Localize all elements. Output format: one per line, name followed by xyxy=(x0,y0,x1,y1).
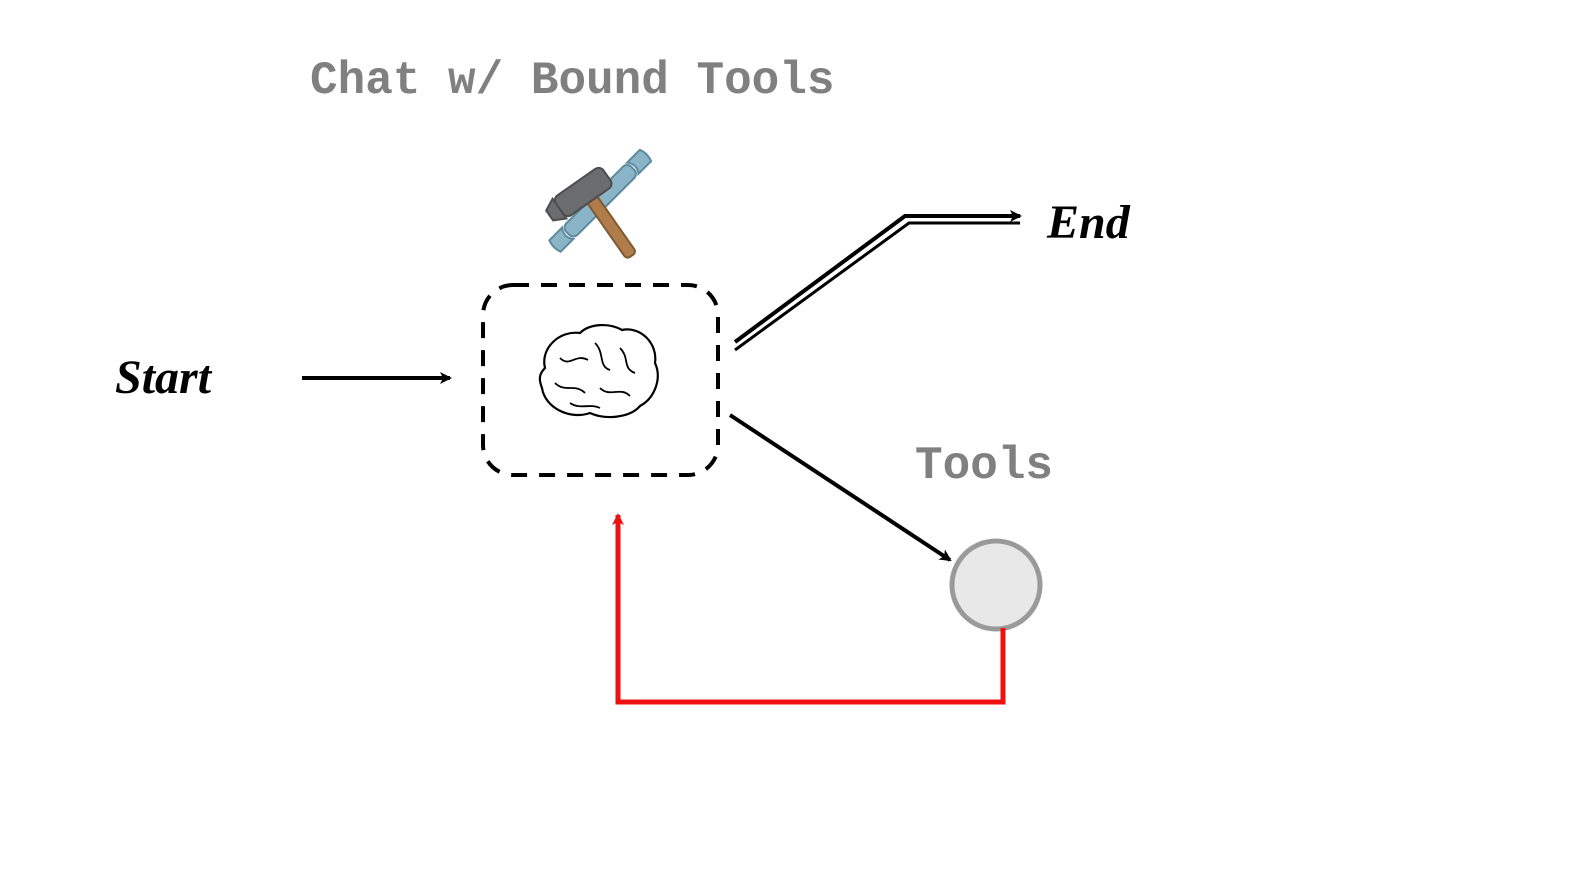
diagram-canvas xyxy=(0,0,1584,894)
edge-agent-to-end xyxy=(735,216,1020,350)
edge-tools-to-agent xyxy=(618,515,1003,702)
tools-node-circle xyxy=(952,541,1040,629)
edge-agent-to-tools xyxy=(730,415,950,560)
hammer-wrench-icon xyxy=(543,149,653,281)
brain-icon xyxy=(540,325,658,417)
